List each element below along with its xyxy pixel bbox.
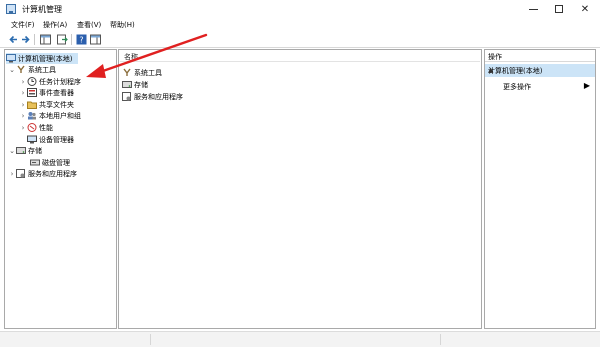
toolbar-separator bbox=[71, 34, 72, 45]
system-tools-icon bbox=[16, 65, 26, 74]
computer-management-icon bbox=[6, 54, 16, 63]
close-icon: ✕ bbox=[580, 3, 590, 15]
submenu-arrow-icon[interactable]: ▶ bbox=[584, 81, 590, 90]
tree-item-performance[interactable]: › 性能 bbox=[19, 122, 53, 133]
shared-folder-icon bbox=[27, 100, 37, 109]
back-arrow-icon[interactable] bbox=[8, 34, 19, 45]
svg-text:?: ? bbox=[79, 36, 83, 45]
menu-help[interactable]: 帮助(H) bbox=[110, 20, 135, 30]
chevron-right-icon[interactable]: › bbox=[19, 89, 27, 97]
menu-file[interactable]: 文件(F) bbox=[11, 20, 35, 30]
collapse-caret-icon[interactable]: ▲ bbox=[488, 66, 592, 74]
export-list-icon[interactable] bbox=[57, 34, 68, 45]
event-viewer-icon bbox=[27, 88, 37, 97]
column-header-name[interactable]: 名称 bbox=[120, 51, 480, 62]
tree-item-shared-folders[interactable]: › 共享文件夹 bbox=[19, 99, 74, 110]
tree-item-label: 事件查看器 bbox=[39, 88, 74, 97]
show-action-pane-icon[interactable] bbox=[90, 34, 101, 45]
help-icon[interactable]: ? bbox=[76, 34, 87, 45]
storage-icon bbox=[16, 146, 26, 155]
device-manager-icon bbox=[27, 135, 37, 144]
services-apps-icon bbox=[122, 92, 132, 101]
actions-header: 操作 bbox=[485, 50, 595, 62]
list-item[interactable]: 存储 bbox=[122, 79, 148, 90]
show-hide-console-tree-icon[interactable] bbox=[40, 34, 51, 45]
maximize-button[interactable] bbox=[546, 0, 572, 18]
results-list: 名称 系统工具 存储 服务和应用程序 bbox=[118, 49, 482, 329]
computer-management-icon bbox=[6, 4, 16, 14]
actions-pane: 操作 计算机管理(本地) ▲ 更多操作 ▶ bbox=[484, 49, 596, 329]
services-apps-icon bbox=[16, 169, 26, 178]
status-divider bbox=[440, 334, 441, 345]
tree-item-storage[interactable]: ⌄ 存储 bbox=[8, 145, 42, 156]
tree-item-label: 计算机管理(本地) bbox=[18, 54, 73, 63]
list-item-label: 系统工具 bbox=[134, 68, 162, 77]
chevron-right-icon[interactable]: › bbox=[19, 78, 27, 86]
tree-item-label: 性能 bbox=[39, 123, 53, 132]
chevron-right-icon[interactable]: › bbox=[8, 170, 16, 178]
toolbar-separator bbox=[34, 34, 35, 45]
system-tools-icon bbox=[122, 68, 132, 77]
storage-icon bbox=[122, 80, 132, 89]
chevron-right-icon[interactable]: › bbox=[19, 124, 27, 132]
forward-arrow-icon[interactable] bbox=[20, 34, 31, 45]
chevron-right-icon[interactable]: › bbox=[19, 101, 27, 109]
actions-title: 操作 bbox=[488, 53, 502, 61]
performance-icon bbox=[27, 123, 37, 132]
tree-item-device-manager[interactable]: 设备管理器 bbox=[19, 134, 74, 145]
status-divider bbox=[150, 334, 151, 345]
window-title: 计算机管理 bbox=[22, 5, 62, 14]
chevron-down-icon[interactable]: ⌄ bbox=[8, 66, 16, 74]
chevron-down-icon[interactable]: ⌄ bbox=[8, 147, 16, 155]
list-item-label: 服务和应用程序 bbox=[134, 92, 183, 101]
tree-item-label: 系统工具 bbox=[28, 65, 56, 74]
list-item-label: 存储 bbox=[134, 80, 148, 89]
tree-item-label: 本地用户和组 bbox=[39, 111, 81, 120]
tree-item-disk-management[interactable]: 磁盘管理 bbox=[30, 157, 70, 168]
status-bar bbox=[0, 331, 600, 347]
title-bar: 计算机管理 ✕ bbox=[0, 0, 600, 18]
list-item[interactable]: 系统工具 bbox=[122, 67, 162, 78]
tree-item-label: 共享文件夹 bbox=[39, 100, 74, 109]
tree-item-label: 磁盘管理 bbox=[42, 158, 70, 167]
actions-section-header[interactable]: 计算机管理(本地) ▲ bbox=[485, 64, 595, 77]
list-item[interactable]: 服务和应用程序 bbox=[122, 91, 183, 102]
maximize-icon bbox=[555, 5, 563, 13]
column-header-label: 名称 bbox=[124, 53, 138, 61]
tree-item-label: 存储 bbox=[28, 146, 42, 155]
tree-item-event-viewer[interactable]: › 事件查看器 bbox=[19, 87, 74, 98]
tree-item-root[interactable]: 计算机管理(本地) bbox=[6, 53, 78, 64]
tree-item-label: 服务和应用程序 bbox=[28, 169, 77, 178]
menu-bar: 文件(F) 操作(A) 查看(V) 帮助(H) bbox=[0, 18, 600, 31]
tree-item-label: 任务计划程序 bbox=[39, 77, 81, 86]
disk-management-icon bbox=[30, 158, 40, 167]
tree-item-system-tools[interactable]: ⌄ 系统工具 bbox=[8, 64, 56, 75]
tree-item-local-users-groups[interactable]: › 本地用户和组 bbox=[19, 110, 81, 121]
close-button[interactable]: ✕ bbox=[572, 0, 598, 18]
tree-item-label: 设备管理器 bbox=[39, 135, 74, 144]
menu-action[interactable]: 操作(A) bbox=[43, 20, 67, 30]
clock-icon bbox=[27, 77, 37, 86]
console-tree: 计算机管理(本地) ⌄ 系统工具 › 任务计划程序 › 事件查看器 › 共享文件… bbox=[4, 49, 117, 329]
minimize-icon bbox=[528, 8, 538, 10]
chevron-right-icon[interactable]: › bbox=[19, 112, 27, 120]
users-icon bbox=[27, 111, 37, 120]
more-actions-item[interactable]: 更多操作 bbox=[503, 82, 531, 92]
minimize-button[interactable] bbox=[520, 0, 546, 18]
tree-item-task-scheduler[interactable]: › 任务计划程序 bbox=[19, 76, 81, 87]
toolbar: ? bbox=[0, 31, 600, 48]
tree-item-services-apps[interactable]: › 服务和应用程序 bbox=[8, 168, 77, 179]
menu-view[interactable]: 查看(V) bbox=[77, 20, 101, 30]
